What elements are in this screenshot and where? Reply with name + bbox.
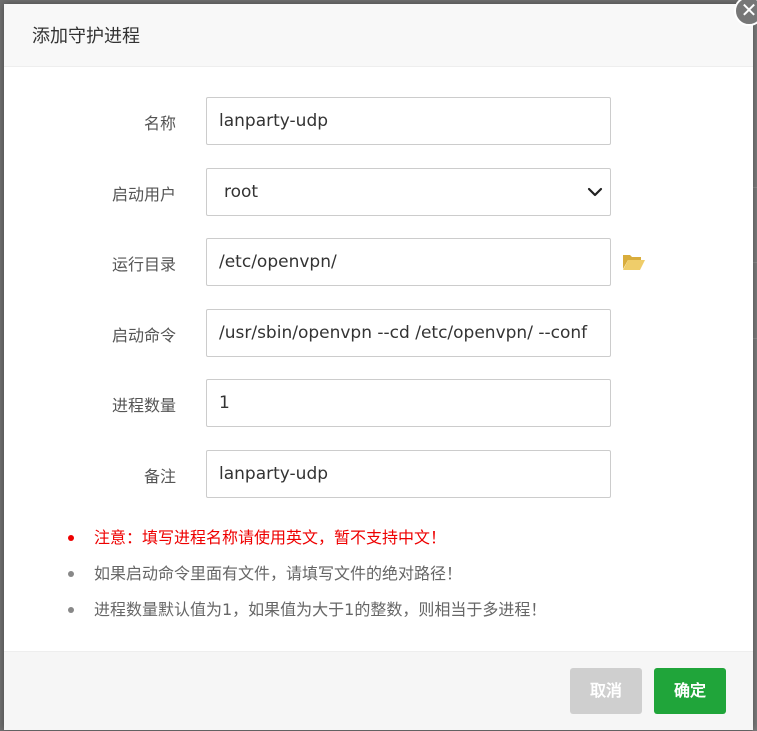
cmd-label: 启动命令 (111, 326, 176, 345)
procs-input[interactable] (206, 379, 611, 427)
user-label: 启动用户 (111, 185, 176, 204)
bullet-icon (68, 571, 74, 577)
dir-label: 运行目录 (111, 255, 176, 274)
form-row-note: 备注 (4, 450, 753, 498)
name-input[interactable] (206, 97, 611, 145)
confirm-button[interactable]: 确定 (654, 668, 726, 714)
user-select[interactable]: root (206, 168, 611, 216)
dialog-header: 添加守护进程 (4, 4, 753, 67)
tips-list: 注意：填写进程名称请使用英文，暂不支持中文！ 如果启动命令里面有文件，请填写文件… (68, 524, 546, 632)
name-label: 名称 (143, 114, 176, 133)
tip-item: 进程数量默认值为1，如果值为大于1的整数，则相当于多进程！ (68, 596, 546, 632)
procs-label: 进程数量 (111, 396, 176, 415)
dialog-footer: 取消 确定 (4, 651, 753, 730)
form-row-name: 名称 (4, 97, 753, 145)
cmd-input[interactable] (206, 309, 611, 357)
tip-text: 进程数量默认值为1，如果值为大于1的整数，则相当于多进程！ (94, 600, 547, 619)
tip-text: 注意：填写进程名称请使用英文，暂不支持中文！ (94, 528, 447, 547)
tip-text: 如果启动命令里面有文件，请填写文件的绝对路径！ (94, 564, 463, 583)
folder-open-icon[interactable] (622, 252, 646, 272)
bullet-icon (68, 535, 74, 541)
form-row-user: 启动用户 root (4, 168, 753, 216)
note-label: 备注 (143, 467, 176, 486)
chevron-down-icon (587, 187, 603, 197)
tip-item: 如果启动命令里面有文件，请填写文件的绝对路径！ (68, 560, 546, 596)
cancel-button[interactable]: 取消 (570, 668, 642, 714)
form-row-cmd: 启动命令 (4, 309, 753, 357)
tip-item-warning: 注意：填写进程名称请使用英文，暂不支持中文！ (68, 524, 546, 560)
add-daemon-dialog: 添加守护进程 ✕ 名称 启动用户 root 运行目录 启动命令 进程数量 备注 (4, 0, 757, 730)
form-row-dir: 运行目录 (4, 238, 753, 286)
dialog-title: 添加守护进程 (32, 26, 140, 47)
user-select-value: root (224, 182, 259, 202)
form-row-procs: 进程数量 (4, 379, 753, 427)
note-input[interactable] (206, 450, 611, 498)
dir-input[interactable] (206, 238, 611, 286)
bullet-icon (68, 607, 74, 613)
